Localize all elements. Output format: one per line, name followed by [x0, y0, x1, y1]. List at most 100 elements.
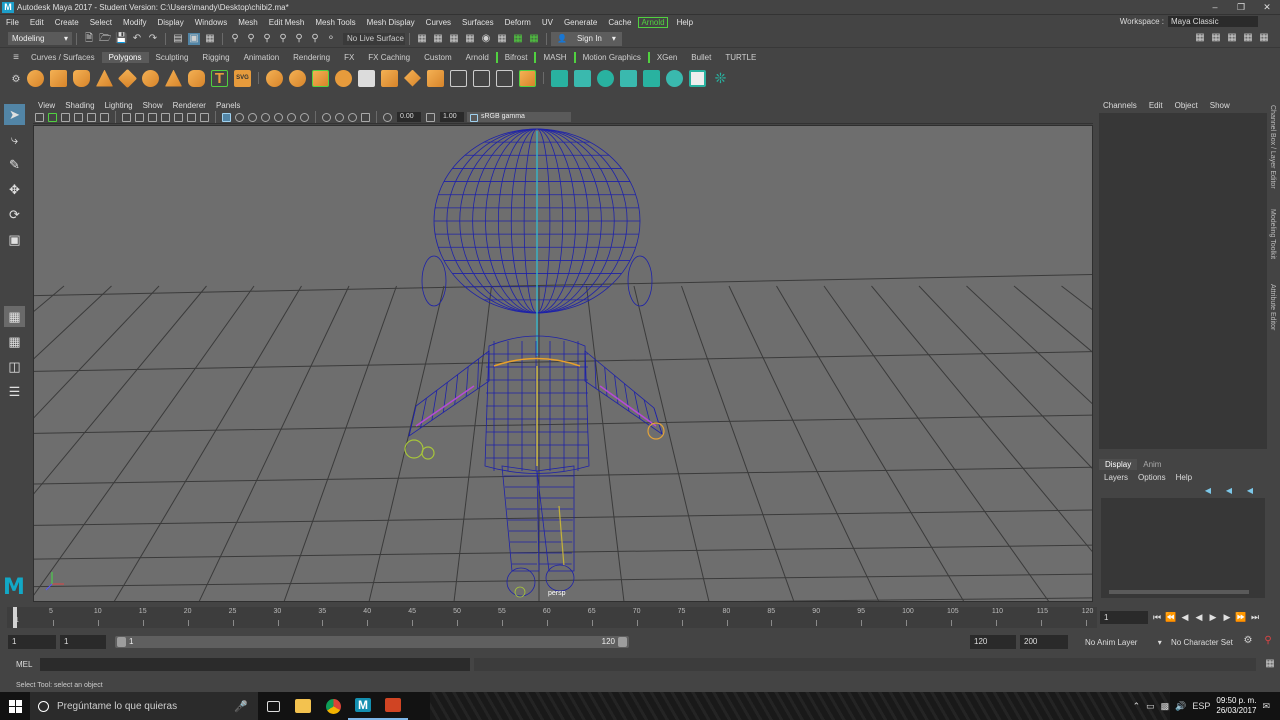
tab-anim-layers[interactable]: Anim [1137, 459, 1167, 470]
modeling-toolkit-icon[interactable]: ▦ [1194, 32, 1206, 44]
play-backwards-icon[interactable]: ◀ [1192, 612, 1206, 623]
shelf-tab-curves-surfaces[interactable]: Curves / Surfaces [24, 52, 102, 63]
mel-input[interactable] [40, 658, 470, 671]
poly-torus-icon[interactable] [142, 69, 159, 87]
channels-menu-channels[interactable]: Channels [1097, 101, 1143, 110]
field-chart-icon[interactable] [174, 112, 183, 122]
bridge-icon[interactable] [404, 69, 421, 87]
render-view-icon[interactable]: ▦ [496, 33, 508, 45]
safe-title-icon[interactable] [200, 112, 209, 122]
shelf-tab-polygons[interactable]: Polygons [101, 52, 149, 63]
arnold-render-icon[interactable]: ▦ [512, 33, 524, 45]
checker-icon[interactable] [689, 69, 706, 87]
shelf-tab-arnold[interactable]: Arnold [459, 52, 496, 63]
panel-menu-panels[interactable]: Panels [211, 101, 245, 110]
side-tab-attribute-editor[interactable]: Attribute Editor [1269, 284, 1276, 330]
ambient-occlusion-icon[interactable] [300, 112, 309, 122]
poly-plane-icon[interactable] [117, 68, 138, 88]
layers-menu-help[interactable]: Help [1171, 473, 1197, 482]
new-scene-icon[interactable]: 🗎 [83, 33, 95, 45]
layer-list[interactable] [1101, 498, 1265, 598]
gamma-field[interactable]: 1.00 [440, 112, 464, 122]
menu-mesh-tools[interactable]: Mesh Tools [309, 18, 360, 27]
menu-file[interactable]: File [0, 18, 24, 27]
shelf-tab-sculpting[interactable]: Sculpting [149, 52, 196, 63]
bookmark-icon[interactable] [61, 112, 70, 122]
safe-action-icon[interactable] [187, 112, 196, 122]
menu-modify[interactable]: Modify [117, 18, 152, 27]
wireframe-on-shaded-icon[interactable] [248, 112, 257, 122]
move-layer-down-icon[interactable]: ◀ [1223, 485, 1235, 497]
shelf-tab-fx[interactable]: FX [337, 52, 361, 63]
playback-end-field[interactable]: 120 [970, 635, 1016, 649]
image-plane-icon[interactable] [74, 112, 83, 122]
fill-hole-icon[interactable] [473, 69, 490, 87]
poly-sphere-icon[interactable] [27, 69, 44, 87]
taskbar-explorer[interactable] [288, 692, 318, 720]
wireframe-icon[interactable] [222, 112, 231, 122]
select-tool-icon[interactable]: ➤ [4, 104, 25, 125]
layers-menu-layers[interactable]: Layers [1099, 473, 1133, 482]
step-forward-key-icon[interactable]: ⏩ [1234, 612, 1248, 623]
taskbar-powerpoint[interactable] [378, 692, 408, 720]
network-icon[interactable]: ▩ [1161, 701, 1170, 712]
color-space-dropdown[interactable]: sRGB gamma [467, 112, 571, 122]
open-scene-icon[interactable]: 🗁 [99, 33, 111, 45]
go-to-end-icon[interactable]: ⏭ [1248, 612, 1262, 623]
channels-menu-show[interactable]: Show [1204, 101, 1236, 110]
xray-joints-icon[interactable] [348, 112, 357, 122]
menu-arnold[interactable]: Arnold [638, 16, 668, 28]
language-indicator[interactable]: ESP [1192, 701, 1210, 711]
poly-text-icon[interactable]: T [211, 69, 228, 87]
symmetry-icon[interactable]: ❊ [712, 70, 729, 87]
grid-toggle-icon[interactable] [122, 112, 131, 122]
minimize-icon[interactable]: – [1202, 0, 1228, 15]
gate-mask-icon[interactable] [161, 112, 170, 122]
poly-cube-icon[interactable] [50, 69, 67, 87]
render-frame-icon[interactable]: ▦ [432, 33, 444, 45]
menu-edit[interactable]: Edit [24, 18, 49, 27]
range-slider[interactable]: 1 120 [115, 636, 629, 648]
sign-in-button[interactable]: 👤 Sign In ▾ [551, 31, 622, 46]
character-set-dropdown[interactable]: No Character Set [1171, 637, 1233, 649]
microphone-icon[interactable]: 🎤 [234, 700, 248, 713]
unfold-icon[interactable] [666, 69, 683, 87]
poly-pipe-icon[interactable] [188, 69, 205, 87]
snap-view-icon[interactable]: ⚲ [277, 33, 289, 45]
start-button[interactable] [0, 692, 30, 720]
time-slider[interactable]: 1 5 10 15 20 25 30 35 40 45 50 55 60 65 70 75 80 85 90 95 1… [7, 607, 1097, 628]
range-end-handle[interactable] [618, 637, 627, 647]
panel-menu-lighting[interactable]: Lighting [100, 101, 138, 110]
menu-windows[interactable]: Windows [189, 18, 232, 27]
use-all-lights-icon[interactable] [274, 112, 283, 122]
rotate-tool-icon[interactable]: ⟳ [4, 204, 25, 225]
render-history-icon[interactable]: ▦ [416, 33, 428, 45]
lasso-tool-icon[interactable]: ⤷ [4, 129, 25, 150]
append-poly-icon[interactable] [496, 69, 513, 87]
menu-deform[interactable]: Deform [499, 18, 536, 27]
menu-display[interactable]: Display [152, 18, 189, 27]
extrude-icon[interactable] [427, 69, 444, 87]
playback-start-field[interactable]: 1 [60, 635, 106, 649]
side-tab-channel-box[interactable]: Channel Box / Layer Editor [1269, 105, 1276, 189]
step-back-frame-icon[interactable]: ◀ [1178, 612, 1192, 623]
cylindrical-map-icon[interactable] [574, 69, 591, 87]
panel-menu-view[interactable]: View [33, 101, 60, 110]
side-tab-modeling-toolkit[interactable]: Modeling Toolkit [1269, 209, 1276, 259]
redo-icon[interactable]: ↷ [147, 33, 159, 45]
perspective-viewport[interactable] [33, 125, 1093, 602]
auto-key-icon[interactable]: ⚙ [1242, 635, 1254, 647]
menu-surfaces[interactable]: Surfaces [456, 18, 499, 27]
outliner-icon[interactable]: ☰ [4, 381, 25, 402]
poly-cylinder-icon[interactable] [73, 69, 90, 87]
arnold-ipr-icon[interactable]: ▦ [528, 33, 540, 45]
shelf-tab-custom[interactable]: Custom [417, 52, 459, 63]
isolate-select-icon[interactable] [322, 112, 331, 122]
attribute-editor-icon[interactable]: ▦ [1226, 32, 1238, 44]
snap-point-icon[interactable]: ⚲ [261, 33, 273, 45]
mel-label[interactable]: MEL [16, 660, 32, 669]
live-magnet-icon[interactable]: ⚬ [325, 33, 337, 45]
paint-select-icon[interactable]: ✎ [4, 154, 25, 175]
channels-menu-object[interactable]: Object [1169, 101, 1204, 110]
range-start-handle[interactable] [117, 637, 126, 647]
